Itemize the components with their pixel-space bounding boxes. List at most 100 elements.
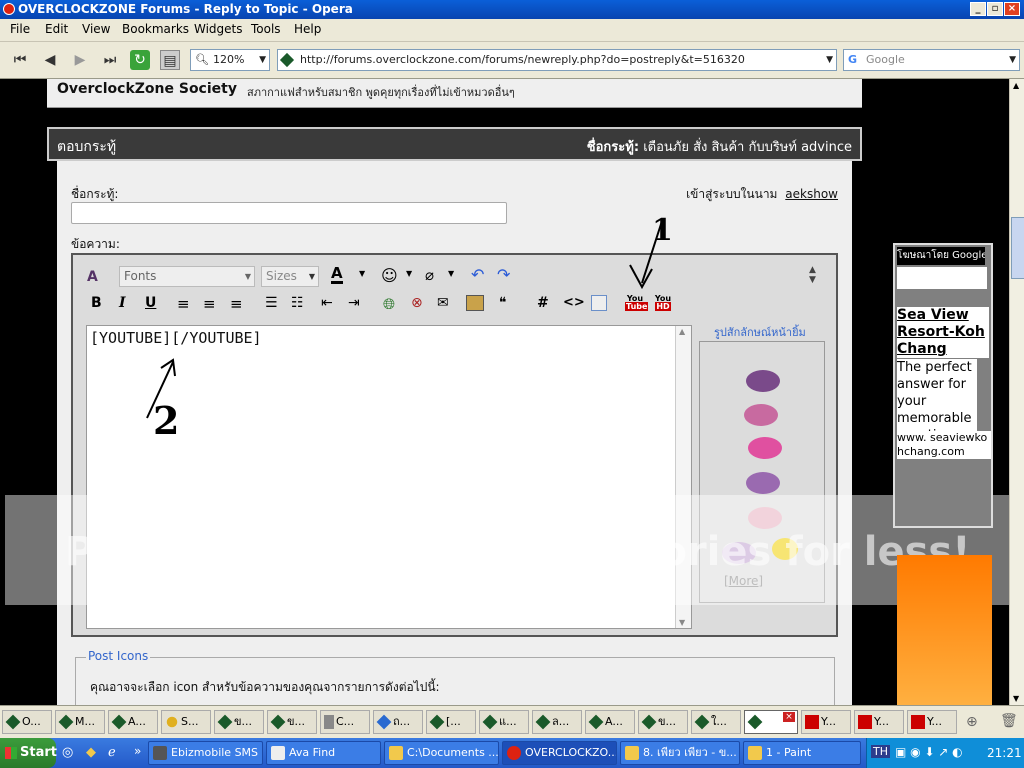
insert-link-icon[interactable]: 🌐︎ — [383, 295, 395, 313]
forward-icon[interactable]: ▶ — [70, 50, 90, 70]
ordered-list-icon[interactable]: ☰ — [265, 295, 278, 311]
unordered-list-icon[interactable]: ☷ — [291, 295, 304, 311]
resize-arrows-icon[interactable]: ▲ ▼ — [809, 265, 816, 285]
email-link-icon[interactable]: ✉ — [437, 295, 449, 311]
language-indicator[interactable]: TH — [871, 745, 890, 758]
back-icon[interactable]: ◀ — [40, 50, 60, 70]
menu-file[interactable]: File — [10, 22, 30, 36]
align-left-icon[interactable]: ≡ — [177, 295, 190, 313]
tab[interactable]: Y... — [854, 710, 904, 734]
hash-icon[interactable]: # — [537, 295, 549, 311]
menu-help[interactable]: Help — [294, 22, 321, 36]
smiley-icon[interactable]: ☺ — [381, 266, 398, 285]
more-chevron-icon[interactable]: » — [134, 744, 141, 758]
chevron-down-icon[interactable]: ▼ — [448, 269, 454, 278]
chevron-down-icon[interactable]: ▼ — [259, 50, 266, 70]
new-tab-icon[interactable]: ⊕ — [966, 714, 978, 730]
scroll-up-icon[interactable]: ▲ — [1013, 81, 1019, 90]
redo-icon[interactable]: ↷ — [497, 265, 510, 284]
menu-tools[interactable]: Tools — [251, 22, 281, 36]
scroll-up-icon[interactable]: ▲ — [679, 327, 685, 336]
insert-image-icon[interactable] — [466, 295, 484, 311]
society-name[interactable]: OverclockZone Society — [57, 81, 237, 97]
taskbar-item[interactable]: Ava Find — [266, 741, 381, 765]
tab[interactable]: O... — [2, 710, 52, 734]
tab[interactable]: ข... — [267, 710, 317, 734]
username-link[interactable]: aekshow — [785, 187, 838, 201]
attachment-icon[interactable]: ⌀ — [425, 266, 434, 284]
smiley-tongue-icon[interactable] — [744, 404, 778, 426]
youtube-hd-icon[interactable]: You HD — [653, 295, 673, 313]
bold-icon[interactable]: B — [91, 295, 102, 311]
smiley-pirate-icon[interactable] — [746, 370, 780, 392]
tab[interactable]: C... — [320, 710, 370, 734]
topic-name[interactable]: เตือนภัย สั่ง สินค้า กับบริษท์ advince — [643, 140, 852, 155]
menu-widgets[interactable]: Widgets — [194, 22, 243, 36]
smiley-happy-icon[interactable] — [748, 437, 782, 459]
start-button[interactable]: Start — [0, 738, 57, 768]
reload-icon[interactable]: ↻ — [130, 50, 150, 70]
font-select[interactable]: Fonts ▼ — [119, 266, 255, 287]
text-color-icon[interactable]: A — [331, 265, 343, 284]
rewind-icon[interactable]: ⏮ — [10, 50, 30, 70]
browser-quick-icon[interactable]: ◎ — [62, 745, 73, 760]
tab[interactable]: M... — [55, 710, 105, 734]
ad-url[interactable]: www. seaviewkohchang.com — [897, 431, 991, 459]
align-right-icon[interactable]: ≡ — [230, 295, 243, 313]
tab[interactable]: ล... — [532, 710, 582, 734]
ie-icon[interactable]: ℯ — [108, 745, 116, 760]
chevron-down-icon[interactable]: ▼ — [406, 269, 412, 278]
tab[interactable]: Y... — [801, 710, 851, 734]
menu-view[interactable]: View — [82, 22, 110, 36]
tab[interactable]: S... — [161, 710, 211, 734]
tab[interactable]: A... — [585, 710, 635, 734]
tab[interactable]: [... — [426, 710, 476, 734]
ad-title-link[interactable]: Sea View Resort-Koh Chang — [897, 307, 989, 358]
code-icon[interactable]: <> — [563, 295, 585, 310]
undo-icon[interactable]: ↶ — [471, 265, 484, 284]
minimize-button[interactable]: _ — [970, 2, 986, 16]
tab[interactable]: ถ... — [373, 710, 423, 734]
size-select[interactable]: Sizes ▼ — [261, 266, 319, 287]
scroll-down-icon[interactable]: ▼ — [1013, 694, 1019, 703]
taskbar-item[interactable]: 1 - Paint — [743, 741, 861, 765]
quicklaunch-icon[interactable]: ◆ — [86, 745, 96, 760]
tab[interactable]: ข... — [638, 710, 688, 734]
italic-icon[interactable]: I — [119, 295, 126, 311]
youtube-icon[interactable]: You Tube — [625, 295, 649, 313]
php-code-icon[interactable] — [591, 295, 607, 311]
fast-forward-icon[interactable]: ⏭ — [100, 50, 120, 70]
tab[interactable]: ข... — [214, 710, 264, 734]
tab[interactable]: A... — [108, 710, 158, 734]
chevron-down-icon[interactable]: ▼ — [1009, 50, 1016, 70]
remove-format-icon[interactable]: A — [87, 269, 103, 285]
tab[interactable]: แ... — [479, 710, 529, 734]
tab-active[interactable]: × — [744, 710, 798, 734]
search-field[interactable]: G Google ▼ — [843, 49, 1020, 71]
outdent-icon[interactable]: ⇤ — [321, 295, 333, 311]
address-field[interactable]: http://forums.overclockzone.com/forums/n… — [277, 49, 837, 71]
maximize-button[interactable]: ▫ — [987, 2, 1003, 16]
menu-edit[interactable]: Edit — [45, 22, 68, 36]
page-icon[interactable]: ▤ — [160, 50, 180, 70]
orange-ad-banner[interactable] — [897, 555, 992, 705]
tab[interactable]: ใ... — [691, 710, 741, 734]
smiley-glasses-icon[interactable] — [746, 472, 780, 494]
remove-link-icon[interactable]: ⊗ — [411, 295, 423, 311]
scroll-down-icon[interactable]: ▼ — [679, 618, 685, 627]
taskbar-item[interactable]: 8. เพียว เพียว - ข... — [620, 741, 740, 765]
taskbar-item[interactable]: C:\Documents ... — [384, 741, 499, 765]
chevron-down-icon[interactable]: ▼ — [359, 269, 365, 278]
title-input[interactable] — [71, 202, 507, 224]
close-button[interactable]: × — [1004, 2, 1020, 16]
taskbar-item[interactable]: Ebizmobile SMS ... — [148, 741, 263, 765]
tray-icons[interactable]: ▣ ◉ ⬇ ↗ ◐ — [895, 745, 963, 759]
taskbar-item-active[interactable]: OVERCLOCKZO... — [502, 741, 617, 765]
quote-icon[interactable]: ❝ — [499, 295, 507, 311]
menu-bookmarks[interactable]: Bookmarks — [122, 22, 189, 36]
scroll-thumb[interactable] — [1011, 217, 1024, 279]
page-scrollbar[interactable]: ▲ ▼ — [1009, 79, 1024, 705]
zoom-field[interactable]: 🔍︎ 120% ▼ — [190, 49, 270, 71]
chevron-down-icon[interactable]: ▼ — [826, 50, 833, 70]
trash-icon[interactable]: 🗑︎ — [1000, 713, 1018, 729]
